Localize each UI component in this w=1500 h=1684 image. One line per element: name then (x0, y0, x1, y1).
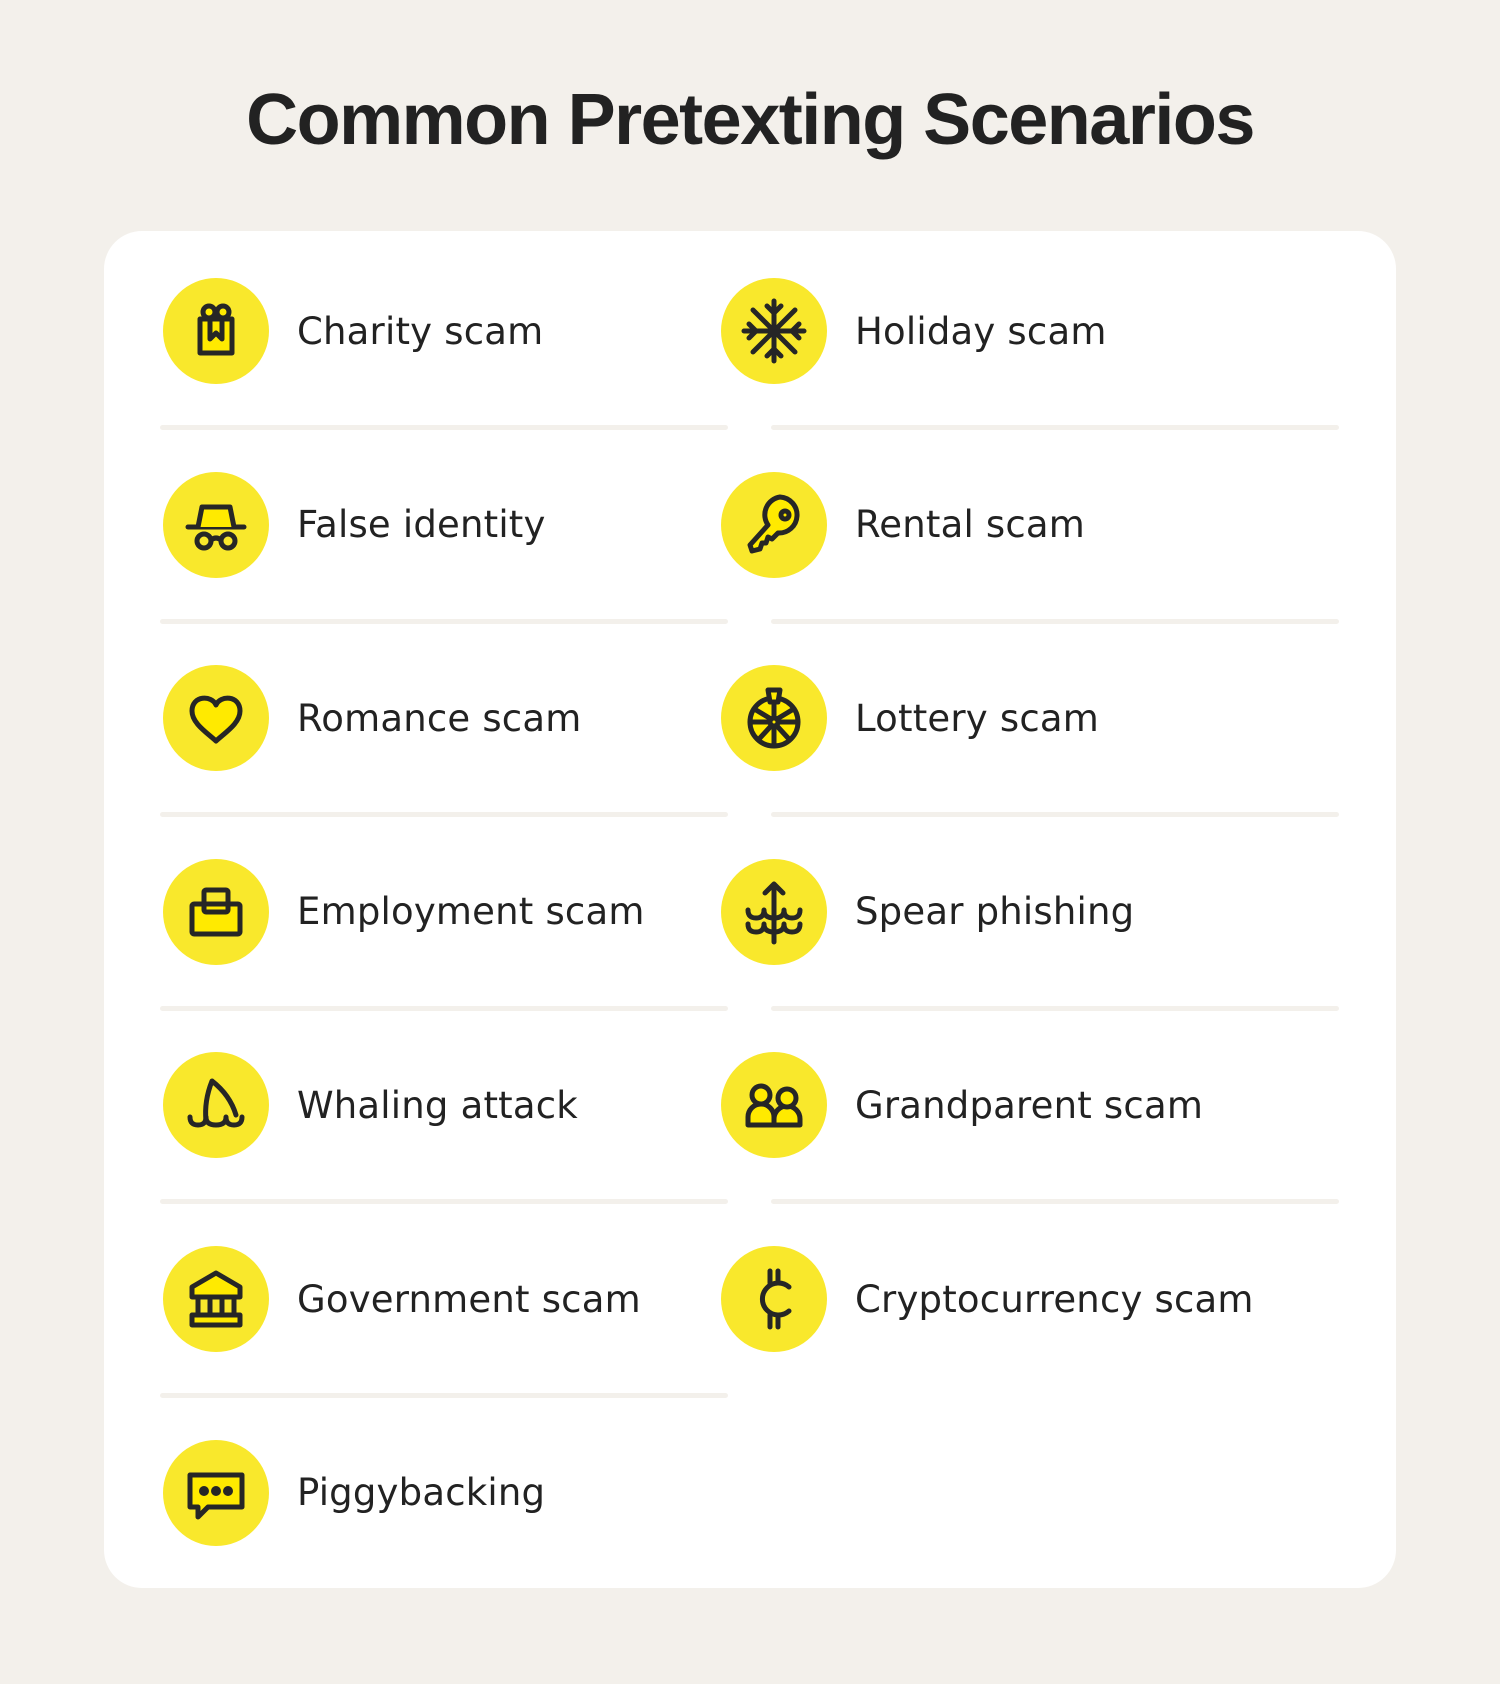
scenario-item: Employment scam (163, 857, 645, 967)
scenario-label: Government scam (297, 1277, 641, 1321)
scenario-item: Rental scam (721, 470, 1085, 580)
prize-wheel-icon-badge (721, 665, 827, 772)
row-divider (771, 1005, 1339, 1011)
scenario-item: Whaling attack (163, 1050, 578, 1160)
prize-wheel-icon (734, 678, 814, 758)
scenario-item: Piggybacking (163, 1438, 545, 1548)
row-divider (771, 812, 1339, 818)
spear-waves-icon (734, 872, 814, 952)
spy-hat-glasses-icon (176, 485, 256, 565)
scenario-item: Charity scam (163, 276, 543, 386)
fin-waves-icon (176, 1065, 256, 1145)
heart-icon-badge (163, 665, 269, 772)
scenario-item: False identity (163, 470, 546, 580)
gift-icon (176, 291, 256, 371)
spear-waves-icon-badge (721, 858, 827, 965)
people-icon-badge (721, 1052, 827, 1159)
scenario-label: Piggybacking (297, 1471, 546, 1515)
snowflake-icon-badge (721, 278, 827, 384)
heart-icon (176, 678, 256, 758)
government-building-icon-badge (163, 1246, 269, 1352)
scenarios-card: Charity scam Holiday scam False identity Re… (104, 231, 1396, 1588)
scenario-label: Grandparent scam (855, 1083, 1204, 1127)
scenario-item: Cryptocurrency scam (721, 1244, 1254, 1354)
scenario-item: Romance scam (163, 663, 581, 773)
scenario-item: Government scam (163, 1244, 641, 1354)
key-icon (734, 485, 814, 565)
briefcase-icon (176, 872, 256, 952)
row-divider (160, 618, 728, 624)
scenario-label: Whaling attack (297, 1083, 578, 1127)
row-divider (160, 812, 728, 818)
spy-hat-glasses-icon-badge (163, 471, 269, 578)
scenario-item: Grandparent scam (721, 1050, 1203, 1160)
scenario-label: Employment scam (297, 890, 645, 934)
scenario-label: Cryptocurrency scam (855, 1277, 1254, 1321)
page-title: Common Pretexting Scenarios (246, 80, 1255, 160)
scenario-item: Holiday scam (721, 276, 1107, 386)
chat-bubble-icon (176, 1453, 256, 1533)
cent-coin-icon (734, 1259, 814, 1339)
key-icon-badge (721, 471, 827, 578)
briefcase-icon-badge (163, 858, 269, 965)
chat-bubble-icon-badge (163, 1439, 269, 1546)
gift-icon-badge (163, 278, 269, 384)
scenario-label: Lottery scam (855, 696, 1099, 740)
scenario-label: Rental scam (855, 503, 1086, 547)
row-divider (160, 425, 728, 430)
cent-coin-icon-badge (721, 1246, 827, 1352)
row-divider (771, 425, 1339, 430)
scenario-label: Spear phishing (855, 890, 1135, 934)
scenario-label: Romance scam (297, 696, 582, 740)
row-divider (771, 1199, 1339, 1205)
row-divider (771, 618, 1339, 624)
people-icon (734, 1065, 814, 1145)
scenario-label: Charity scam (297, 309, 544, 353)
row-divider (160, 1199, 728, 1205)
scenario-label: Holiday scam (855, 309, 1107, 353)
scenario-item: Lottery scam (721, 663, 1099, 773)
row-divider (160, 1393, 728, 1398)
scenario-item: Spear phishing (721, 857, 1134, 967)
snowflake-icon (734, 291, 814, 371)
scenario-label: False identity (297, 503, 546, 547)
fin-waves-icon-badge (163, 1052, 269, 1159)
government-building-icon (176, 1259, 256, 1339)
row-divider (160, 1005, 728, 1011)
